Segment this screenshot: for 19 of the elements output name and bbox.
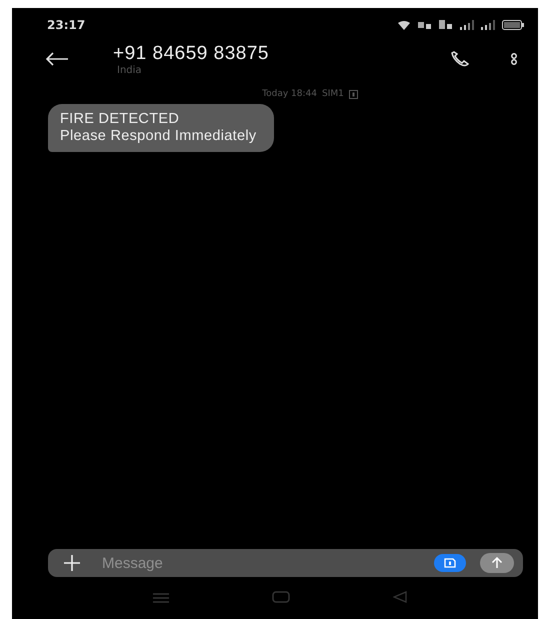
message-input-field[interactable]: Message xyxy=(102,549,434,577)
send-button[interactable] xyxy=(480,553,514,573)
battery-icon xyxy=(502,20,524,30)
wifi-icon xyxy=(397,20,411,30)
status-time: 23:17 xyxy=(47,18,86,32)
sim-card-icon xyxy=(444,558,456,568)
plus-icon xyxy=(62,553,82,573)
contact-location: India xyxy=(117,64,142,76)
arrow-up-icon xyxy=(491,557,503,569)
contact-number: +91 84659 83875 xyxy=(113,42,269,64)
sim-label: SIM1 xyxy=(322,89,344,99)
message-bubble: FIRE DETECTED Please Respond Immediately xyxy=(48,104,274,152)
sim-icon xyxy=(348,90,358,98)
signal-icon xyxy=(481,20,495,30)
back-button[interactable] xyxy=(45,52,69,68)
message-timestamp: Today 18:44 xyxy=(262,89,317,99)
signal-icon xyxy=(460,20,474,30)
sim-select-button[interactable] xyxy=(434,554,466,572)
add-attachment-button[interactable] xyxy=(48,549,102,577)
